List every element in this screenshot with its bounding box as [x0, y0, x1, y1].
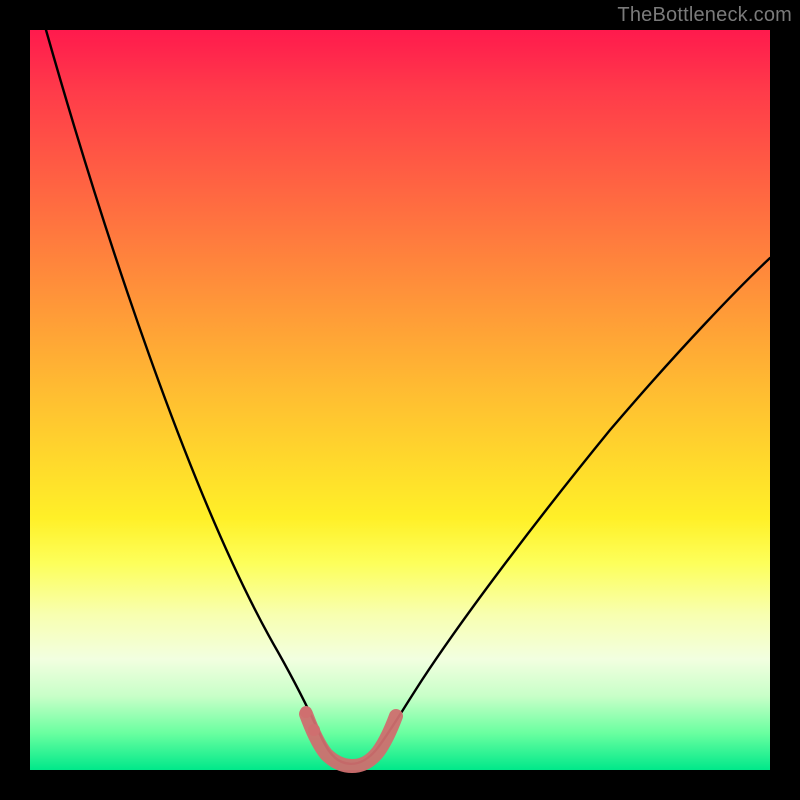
curve-layer — [30, 30, 770, 770]
plot-area — [30, 30, 770, 770]
highlight-band — [306, 714, 396, 766]
highlight-dot — [300, 706, 312, 718]
bottleneck-curve — [46, 30, 770, 764]
chart-frame: TheBottleneck.com — [0, 0, 800, 800]
watermark-text: TheBottleneck.com — [617, 4, 792, 27]
highlight-dot — [308, 724, 320, 736]
